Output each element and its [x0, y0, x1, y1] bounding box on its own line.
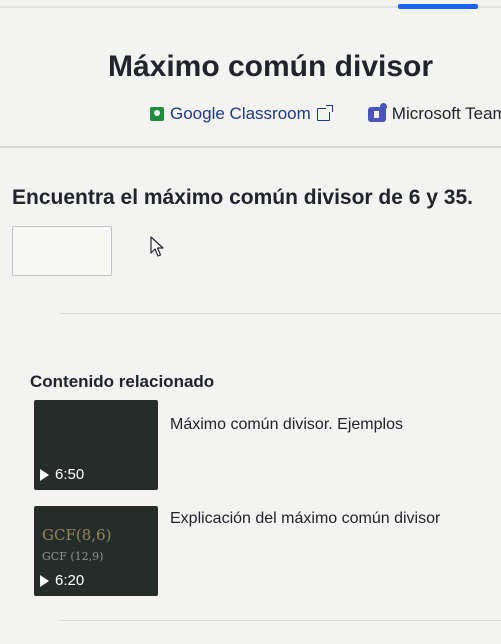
progress-accent-bar — [398, 4, 478, 9]
video-duration: 6:50 — [40, 466, 84, 483]
related-video-card[interactable]: GCF(8,6) GCF (12,9) 6:20 Explicación del… — [34, 506, 472, 596]
section-divider — [60, 313, 501, 314]
google-classroom-icon — [150, 107, 164, 121]
duration-label: 6:20 — [55, 572, 85, 589]
related-video-card[interactable]: 6:50 Máximo común divisor. Ejemplos — [34, 400, 472, 490]
thumbnail-subtext: GCF (12,9) — [42, 550, 104, 563]
thumbnail-text: GCF(8,6) — [42, 526, 112, 544]
video-thumbnail[interactable]: 6:50 — [34, 400, 158, 490]
microsoft-teams-label: Microsoft Teams — [391, 104, 501, 123]
duration-label: 6:50 — [55, 466, 85, 483]
page-title: Máximo común divisor — [107, 50, 434, 83]
play-icon — [40, 574, 49, 587]
external-link-icon — [316, 104, 333, 121]
google-classroom-label: Google Classroom — [170, 104, 311, 123]
header-divider — [0, 146, 501, 148]
answer-input[interactable] — [12, 226, 112, 276]
bottom-divider — [60, 620, 501, 621]
exercise-question: Encuentra el máximo común divisor de 6 y… — [12, 186, 473, 209]
share-row: Google Classroom Microsoft Teams — [150, 102, 501, 126]
play-icon — [40, 468, 49, 481]
mouse-pointer-icon — [150, 236, 164, 257]
google-classroom-link[interactable]: Google Classroom — [150, 104, 333, 124]
video-title-link[interactable]: Máximo común divisor. Ejemplos — [170, 416, 403, 434]
video-thumbnail[interactable]: GCF(8,6) GCF (12,9) 6:20 — [34, 506, 158, 596]
microsoft-teams-link[interactable]: Microsoft Teams — [367, 102, 501, 124]
video-duration: 6:20 — [40, 572, 84, 589]
video-title-link[interactable]: Explicación del máximo común divisor — [170, 510, 440, 528]
related-content-heading: Contenido relacionado — [30, 372, 215, 391]
microsoft-teams-icon — [367, 102, 387, 122]
